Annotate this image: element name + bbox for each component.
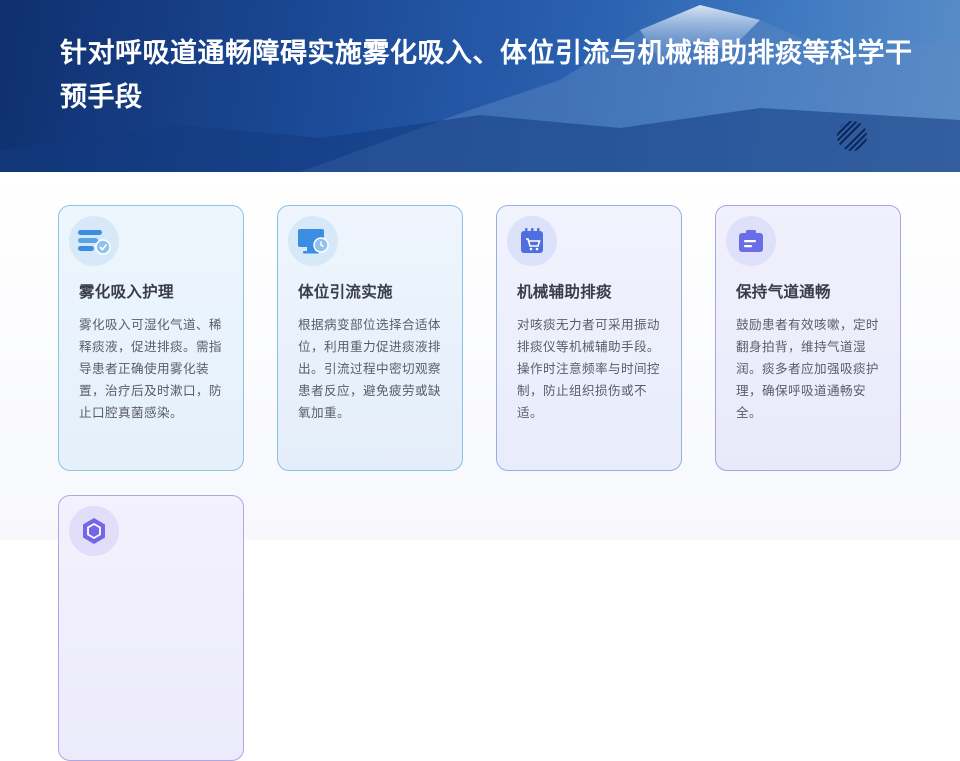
nebulizer-icon [69, 216, 119, 266]
decorative-hatch-circle [837, 121, 867, 151]
clipboard-icon [726, 216, 776, 266]
monitor-icon [288, 216, 338, 266]
card-postural-drainage: 体位引流实施 根据病变部位选择合适体位，利用重力促进痰液排出。引流过程中密切观察… [277, 205, 463, 471]
card-description: 雾化吸入可湿化气道、稀释痰液，促进排痰。需指导患者正确使用雾化装置，治疗后及时漱… [79, 317, 222, 420]
card-description: 鼓励患者有效咳嗽，定时翻身拍背，维持气道湿润。痰多者应加强吸痰护理，确保呼吸道通… [736, 317, 879, 420]
card-title: 机械辅助排痰 [517, 283, 612, 301]
card-airway-patency: 保持气道通畅 鼓励患者有效咳嗽，定时翻身拍背，维持气道湿润。痰多者应加强吸痰护理… [715, 205, 901, 471]
card-nebulization: 雾化吸入护理 雾化吸入可湿化气道、稀释痰液，促进排痰。需指导患者正确使用雾化装置… [58, 205, 244, 471]
card-title: 体位引流实施 [298, 283, 393, 301]
device-cart-icon [507, 216, 557, 266]
card-mechanical-sputum: 机械辅助排痰 对咳痰无力者可采用振动排痰仪等机械辅助手段。操作时注意频率与时间控… [496, 205, 682, 471]
card-description: 根据病变部位选择合适体位，利用重力促进痰液排出。引流过程中密切观察患者反应，避免… [298, 317, 441, 420]
card-fifth [58, 495, 244, 761]
header-banner: 针对呼吸道通畅障碍实施雾化吸入、体位引流与机械辅助排痰等科学干预手段 [0, 0, 960, 172]
card-title: 雾化吸入护理 [79, 283, 174, 301]
card-title: 保持气道通畅 [736, 283, 831, 301]
page-title: 针对呼吸道通畅障碍实施雾化吸入、体位引流与机械辅助排痰等科学干预手段 [60, 38, 913, 113]
card-description: 对咳痰无力者可采用振动排痰仪等机械辅助手段。操作时注意频率与时间控制，防止组织损… [517, 317, 660, 420]
hexagon-icon [69, 506, 119, 556]
